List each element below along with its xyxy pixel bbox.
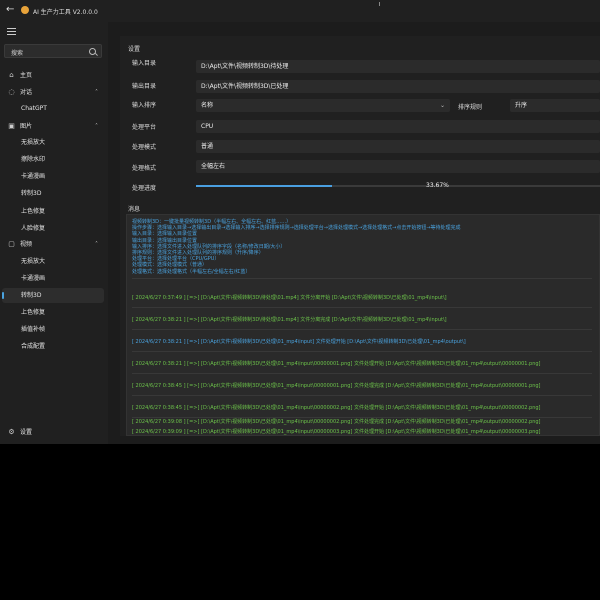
sidebar-item-image-watermark[interactable]: 擦除水印 [2, 152, 104, 167]
sidebar-item-video-3d[interactable]: 转制3D [2, 288, 104, 303]
sidebar-item-label: 无损放大 [21, 258, 46, 265]
home-icon: ⌂ [9, 71, 14, 79]
sidebar-item-label: 上色修复 [21, 208, 46, 215]
sidebar-item-label: 人脸修复 [21, 225, 46, 232]
sidebar-item-label: 插值补帧 [21, 326, 46, 333]
mode-select[interactable]: 普通 [196, 140, 600, 153]
log-line: [ 2024/6/27 0:38:45 ] [=>] [D:\Apt\文件\视频… [132, 405, 541, 411]
sidebar-item-home[interactable]: ⌂ 主页 [2, 68, 104, 83]
help-text: 视频转制3D：一键批量视频转制3D（半幅左右、全幅左右、红蓝……） 操作步骤：选… [132, 219, 592, 275]
progress-bar [196, 185, 600, 187]
window-drag-handle[interactable] [379, 2, 380, 6]
sidebar-item-label: 转制3D [21, 292, 42, 299]
log-divider [132, 373, 592, 374]
sidebar-item-video-upscale[interactable]: 无损放大 [2, 254, 104, 269]
sidebar-item-video-compose[interactable]: 合成配置 [2, 339, 104, 354]
search-placeholder: 搜索 [11, 50, 24, 57]
sidebar-item-image-cartoon[interactable]: 卡通漫画 [2, 169, 104, 184]
sidebar-item-label: 合成配置 [21, 343, 46, 350]
format-select[interactable]: 全幅左右 [196, 160, 600, 173]
output-dir-label: 输出目录 [132, 83, 157, 90]
sidebar-item-video-cartoon[interactable]: 卡通漫画 [2, 271, 104, 286]
settings-section-title: 设置 [128, 46, 141, 53]
menu-toggle-icon[interactable] [7, 28, 16, 36]
input-dir-label: 输入目录 [132, 60, 157, 67]
sidebar-item-video-colorize[interactable]: 上色修复 [2, 305, 104, 320]
sidebar-item-image-3d[interactable]: 转制3D [2, 186, 104, 201]
sort-select-value: 名称 [201, 102, 214, 109]
platform-select[interactable]: CPU [196, 120, 600, 133]
video-icon: ▢ [8, 240, 15, 248]
chevron-up-icon: ˄ [95, 89, 98, 96]
sort-rule-select[interactable]: 升序 [510, 99, 600, 112]
log-line: [ 2024/6/27 0:38:21 ] [=>] [D:\Apt\文件\视频… [132, 339, 466, 345]
image-icon: ▣ [8, 122, 15, 130]
log-line: [ 2024/6/27 0:37:49 ] [=>] [D:\Apt\文件\视频… [132, 295, 447, 301]
sidebar-item-image-upscale[interactable]: 无损放大 [2, 135, 104, 150]
main-content: 设置 输入目录 D:\Apt\文件\视频转制3D\待处理 输出目录 D:\Apt… [108, 22, 600, 444]
progress-percent: 33.67% [426, 182, 449, 189]
sort-select[interactable]: 名称 ⌄ [196, 99, 450, 112]
window-title: AI 生产力工具 V2.0.0.0 [33, 9, 98, 16]
sidebar-item-video[interactable]: ▢ 视频 ˄ [2, 237, 104, 252]
chevron-up-icon: ˄ [95, 123, 98, 130]
sidebar-item-video-interpolate[interactable]: 插值补帧 [2, 322, 104, 337]
gear-icon: ⚙ [8, 428, 15, 436]
log-divider [132, 395, 592, 396]
log-divider [132, 329, 592, 330]
log-line: [ 2024/6/27 0:38:21 ] [=>] [D:\Apt\文件\视频… [132, 317, 447, 323]
search-input[interactable]: 搜索 [4, 44, 102, 58]
output-dir-field[interactable]: D:\Apt\文件\视频转制3D\已处理 [196, 80, 600, 93]
progress-bar-fill [196, 185, 333, 187]
log-divider [132, 278, 592, 279]
back-arrow-icon[interactable]: ← [6, 5, 16, 15]
message-log[interactable]: 视频转制3D：一键批量视频转制3D（半幅左右、全幅左右、红蓝……） 操作步骤：选… [126, 214, 600, 436]
app-logo-icon [21, 6, 29, 14]
sidebar-item-label: 图片 [20, 123, 33, 130]
sidebar-item-image-colorize[interactable]: 上色修复 [2, 204, 104, 219]
log-divider [132, 351, 592, 352]
sidebar-item-label: 擦除水印 [21, 156, 46, 163]
sidebar-item-label: ChatGPT [21, 105, 47, 112]
log-divider [132, 307, 592, 308]
sidebar-item-label: 无损放大 [21, 139, 46, 146]
format-label: 处理格式 [132, 165, 157, 172]
sort-rule-label: 排序规则 [458, 104, 483, 111]
title-bar: ← AI 生产力工具 V2.0.0.0 [0, 0, 600, 22]
sidebar-item-image[interactable]: ▣ 图片 ˄ [2, 119, 104, 134]
sidebar-item-label: 卡通漫画 [21, 275, 46, 282]
sidebar-item-label: 卡通漫画 [21, 173, 46, 180]
progress-label: 处理进度 [132, 185, 157, 192]
log-line: [ 2024/6/27 0:39:08 ] [=>] [D:\Apt\文件\视频… [132, 419, 541, 425]
sort-label: 输入排序 [132, 102, 157, 109]
input-dir-field[interactable]: D:\Apt\文件\视频转制3D\待处理 [196, 60, 600, 73]
sidebar-item-label: 设置 [20, 429, 33, 436]
sidebar-item-chat[interactable]: ◌ 对话 ˄ [2, 85, 104, 100]
search-icon[interactable] [89, 48, 96, 55]
help-line: 处理格式：选择处理格式（半幅左右/全幅左右/红蓝） [132, 268, 251, 275]
mode-label: 处理模式 [132, 144, 157, 151]
platform-label: 处理平台 [132, 124, 157, 131]
sidebar-item-label: 上色修复 [21, 309, 46, 316]
sidebar-item-settings[interactable]: ⚙ 设置 [2, 425, 104, 440]
log-line: [ 2024/6/27 0:39:09 ] [=>] [D:\Apt\文件\视频… [132, 429, 541, 435]
log-line: [ 2024/6/27 0:38:21 ] [=>] [D:\Apt\文件\视频… [132, 361, 541, 367]
sort-rule-select-value: 升序 [515, 102, 528, 109]
sidebar-item-chatgpt[interactable]: ChatGPT [2, 101, 104, 116]
sidebar-item-label: 对话 [20, 89, 33, 96]
messages-title: 消息 [128, 206, 141, 213]
log-line: [ 2024/6/27 0:38:45 ] [=>] [D:\Apt\文件\视频… [132, 383, 541, 389]
sidebar-item-label: 转制3D [21, 190, 42, 197]
sidebar-item-label: 主页 [20, 72, 33, 79]
sidebar-item-image-face[interactable]: 人脸修复 [2, 221, 104, 236]
chevron-down-icon: ⌄ [439, 102, 445, 109]
app-window: ← AI 生产力工具 V2.0.0.0 搜索 ⌂ 主页 ◌ 对话 ˄ ChatG… [0, 0, 600, 444]
chat-icon: ◌ [8, 88, 15, 96]
sidebar-item-label: 视频 [20, 241, 33, 248]
chevron-up-icon: ˄ [95, 241, 98, 248]
sidebar: 搜索 ⌂ 主页 ◌ 对话 ˄ ChatGPT ▣ 图片 ˄ 无损放大 擦除水印 … [0, 22, 108, 444]
